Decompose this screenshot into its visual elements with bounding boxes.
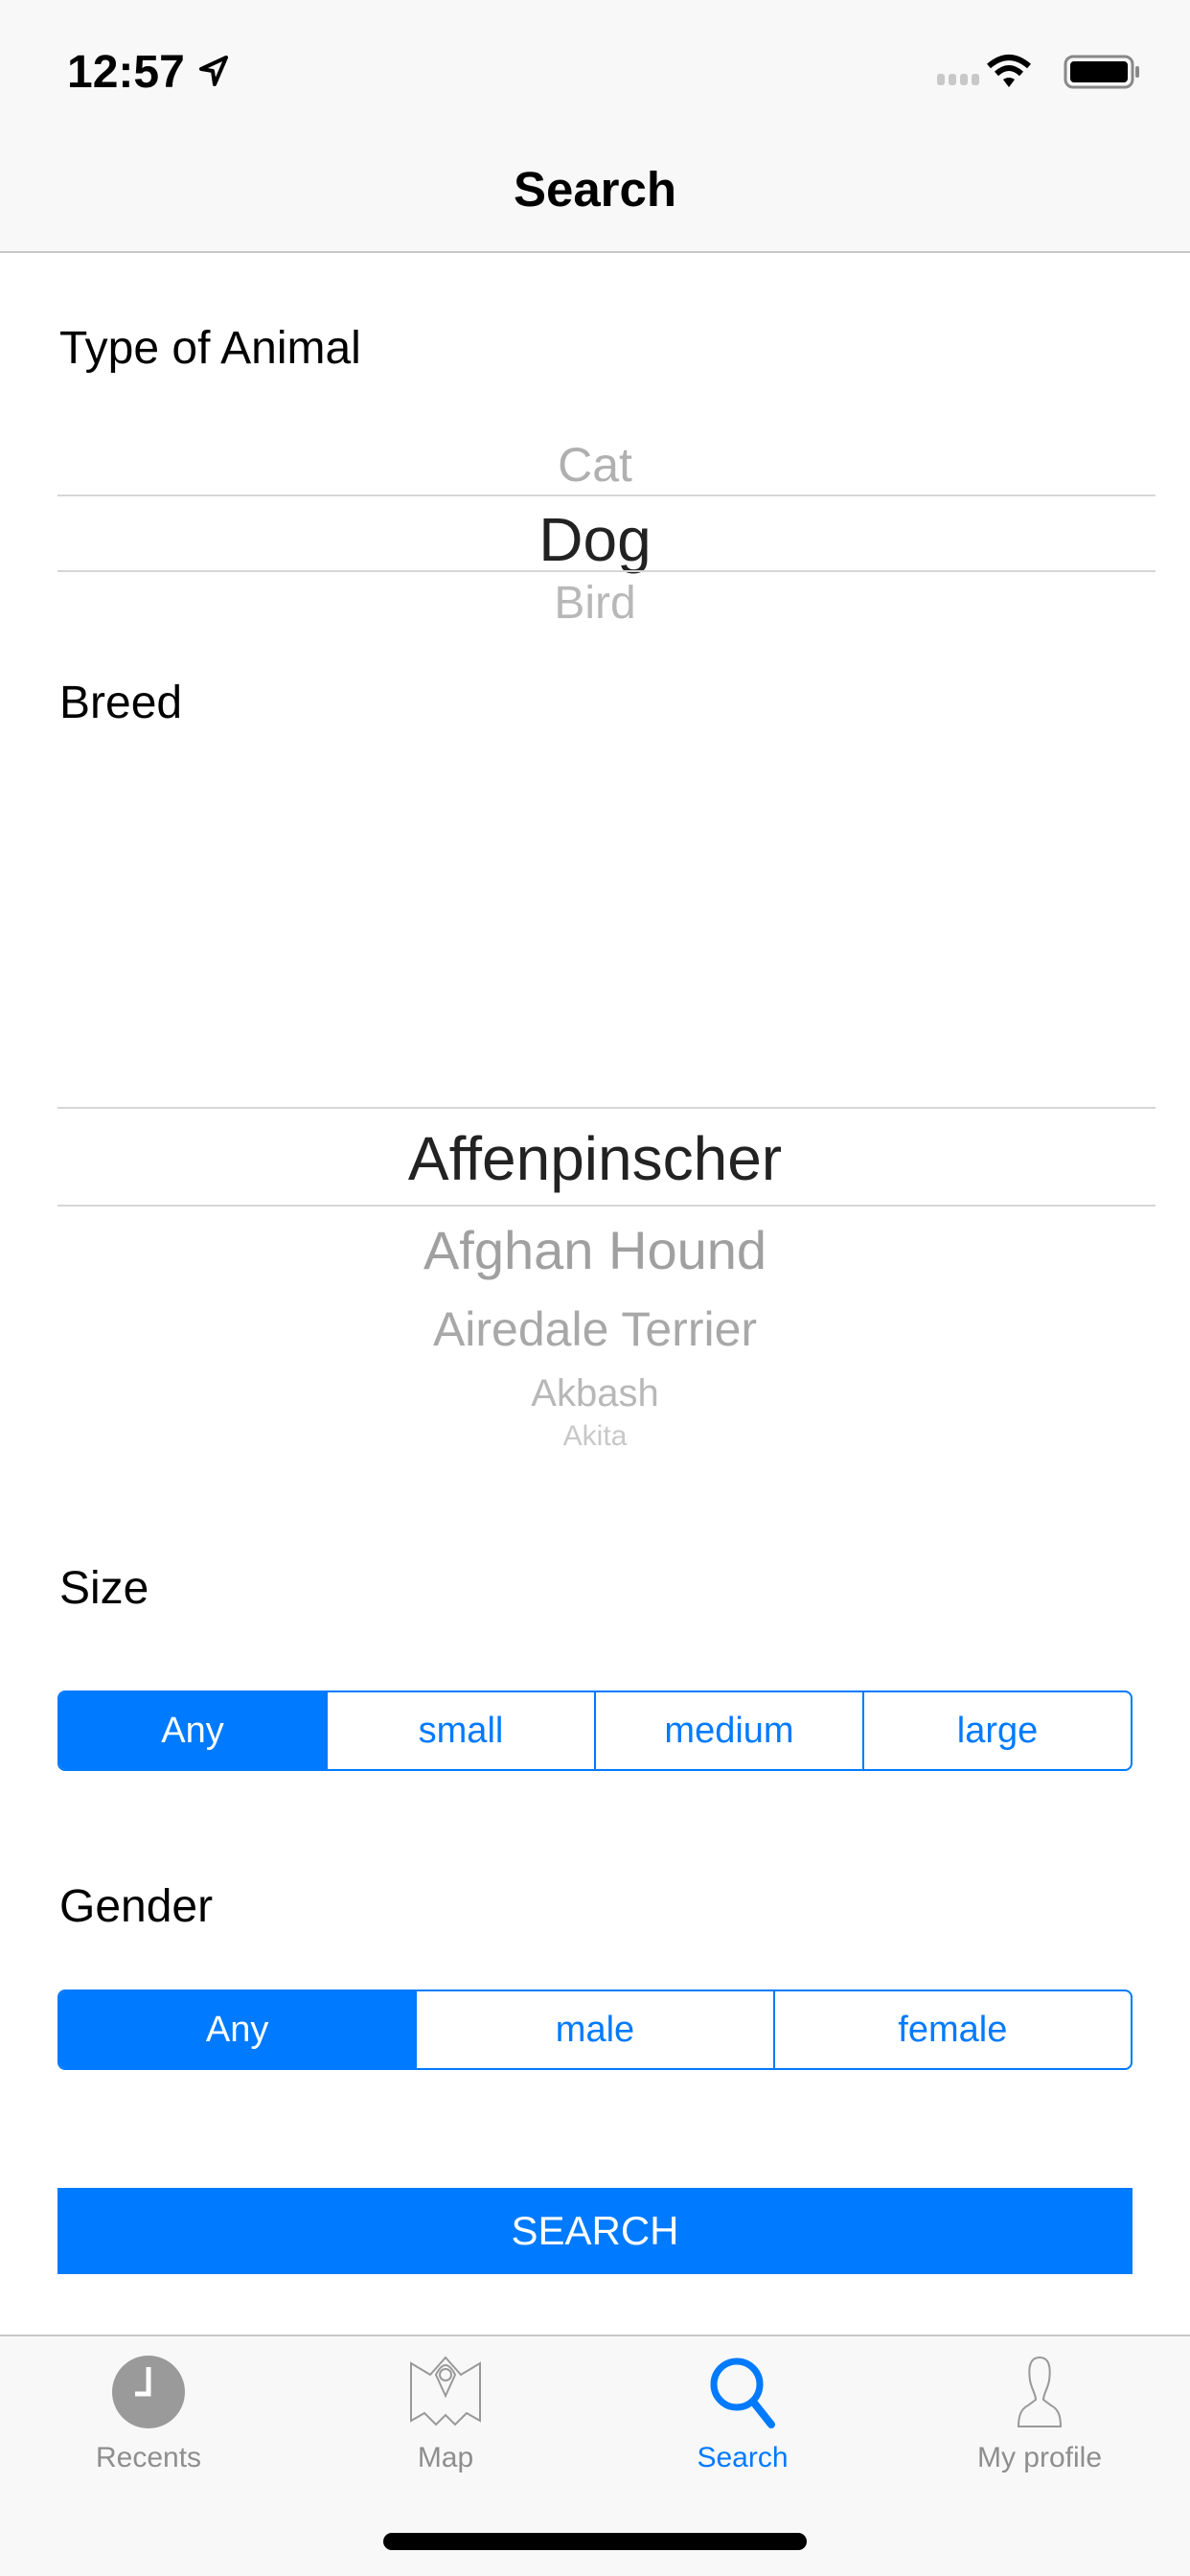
status-time: 12:57 [67,47,185,98]
size-option-small[interactable]: small [326,1692,594,1769]
picker-option[interactable]: Akbash [0,1372,1190,1415]
picker-selected-option[interactable]: Dog [0,504,1190,575]
gender-option-male[interactable]: male [415,1991,772,2068]
profile-icon [1017,2356,1063,2427]
search-icon [710,2358,775,2428]
home-indicator [383,2533,807,2550]
search-button[interactable]: SEARCH [57,2188,1133,2274]
tab-label: Search [697,2442,789,2473]
picker-divider [57,1205,1156,1207]
animal-picker[interactable]: Cat Dog Bird [0,422,1190,632]
page-title: Search [513,162,677,217]
size-option-medium[interactable]: medium [594,1692,862,1769]
wifi-icon [987,55,1031,77]
gender-option-female[interactable]: female [772,1991,1131,2068]
picker-option[interactable]: Afghan Hound [0,1219,1190,1281]
size-segmented-control[interactable]: Any small medium large [57,1690,1133,1771]
gender-option-any[interactable]: Any [59,1991,416,2068]
gender-segmented-control[interactable]: Any male female [57,1990,1133,2070]
size-option-large[interactable]: large [862,1692,1131,1769]
picker-divider [57,570,1156,572]
map-icon [410,2356,481,2426]
animal-type-label: Type of Animal [59,323,361,374]
picker-option[interactable]: Cat [0,437,1190,493]
breed-picker[interactable]: Affenpinscher Afghan Hound Airedale Terr… [0,1073,1190,1447]
picker-option[interactable]: Airedale Terrier [0,1301,1190,1357]
size-option-any[interactable]: Any [59,1692,326,1769]
picker-divider [57,494,1156,496]
tab-label: Map [417,2442,474,2473]
tab-label: Recents [95,2442,202,2473]
picker-divider [57,1107,1156,1109]
clock-icon [112,2356,185,2428]
tab-map[interactable]: Map [297,2354,594,2474]
tab-recents[interactable]: Recents [0,2354,297,2474]
status-icons [937,55,1139,89]
gender-label: Gender [59,1881,214,1932]
picker-option[interactable]: Akita [0,1420,1190,1447]
signal-icon [937,74,979,85]
tab-search[interactable]: Search [594,2354,891,2474]
size-label: Size [59,1563,149,1614]
tab-my-profile[interactable]: My profile [891,2354,1188,2474]
breed-label: Breed [59,678,183,728]
picker-option[interactable]: Bird [0,577,1190,623]
tab-label: My profile [976,2442,1103,2473]
location-arrow-icon [199,56,228,86]
picker-selected-option[interactable]: Affenpinscher [0,1123,1190,1194]
